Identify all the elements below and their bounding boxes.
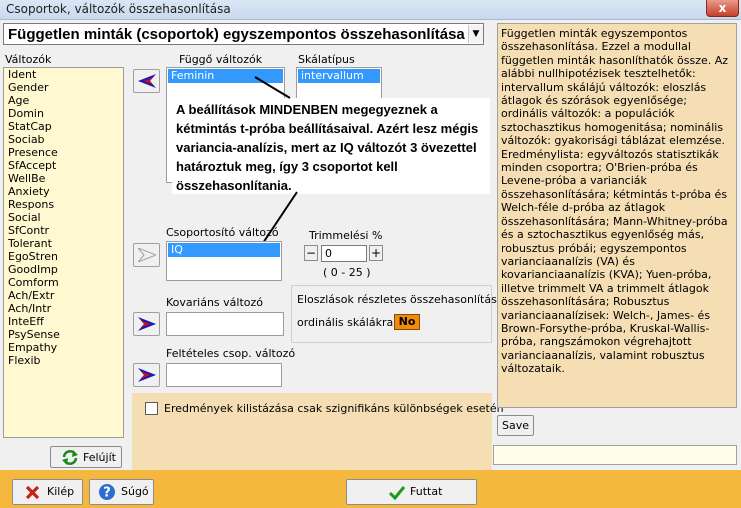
help-label: Súgó: [121, 485, 149, 498]
list-item[interactable]: Domin: [4, 107, 123, 120]
conditional-label: Feltételes csop. változó: [166, 347, 296, 360]
list-item[interactable]: intervallum: [298, 69, 380, 83]
refresh-label: Felújít: [83, 451, 116, 464]
arrow-left-icon: [137, 74, 156, 88]
trim-percent-input[interactable]: 0: [321, 245, 367, 262]
list-item[interactable]: GoodImp: [4, 263, 123, 276]
list-item[interactable]: PsySense: [4, 328, 123, 341]
list-item[interactable]: Tolerant: [4, 237, 123, 250]
checkmark-icon: [389, 486, 405, 500]
run-button[interactable]: Futtat: [346, 479, 477, 505]
move-to-conditional-button[interactable]: [133, 363, 160, 387]
list-item[interactable]: Feminin: [168, 69, 283, 83]
grouping-list[interactable]: IQ: [166, 241, 282, 281]
run-label: Futtat: [410, 485, 443, 498]
list-item[interactable]: Empathy: [4, 341, 123, 354]
analysis-type-select[interactable]: Független minták (csoportok) egyszempont…: [3, 23, 484, 45]
list-item[interactable]: Comform: [4, 276, 123, 289]
arrow-right-icon: [137, 248, 156, 262]
refresh-button[interactable]: Felújít: [50, 446, 122, 468]
distribution-title: Eloszlások részletes összehasonlítása: [297, 293, 504, 306]
list-item[interactable]: StatCap: [4, 120, 123, 133]
close-icon: [25, 485, 40, 500]
help-icon: ?: [99, 484, 115, 501]
variables-label: Változók: [5, 53, 52, 66]
analysis-type-value: Független minták (csoportok) egyszempont…: [8, 26, 465, 43]
trimming-label: Trimmelési %: [309, 229, 383, 242]
grouping-label: Csoportosító változó: [166, 226, 279, 239]
move-to-grouping-button[interactable]: [133, 243, 160, 267]
help-text: Független minták egyszempontos összehaso…: [497, 23, 737, 408]
list-item[interactable]: SfAccept: [4, 159, 123, 172]
list-item[interactable]: SfContr: [4, 224, 123, 237]
list-item[interactable]: InteEff: [4, 315, 123, 328]
trim-range: ( 0 - 25 ): [323, 266, 371, 279]
list-item[interactable]: Respons: [4, 198, 123, 211]
list-item[interactable]: WellBe: [4, 172, 123, 185]
arrow-right-icon: [137, 317, 156, 331]
exit-label: Kilép: [47, 485, 75, 498]
significant-only-checkbox[interactable]: [145, 402, 158, 415]
chevron-down-icon[interactable]: ▼: [468, 25, 483, 43]
annotation-callout: A beállítások MINDENBEN megegyeznek a ké…: [172, 98, 490, 194]
close-button[interactable]: x: [706, 0, 739, 17]
list-item[interactable]: Ach/Extr: [4, 289, 123, 302]
list-item[interactable]: Anxiety: [4, 185, 123, 198]
covariate-field[interactable]: [166, 312, 284, 336]
list-item[interactable]: Sociab: [4, 133, 123, 146]
list-item[interactable]: Age: [4, 94, 123, 107]
move-to-dependent-button[interactable]: [133, 69, 160, 93]
list-item[interactable]: Social: [4, 211, 123, 224]
refresh-icon: [62, 450, 78, 465]
scale-type-label: Skálatípus: [298, 53, 355, 66]
list-item[interactable]: Presence: [4, 146, 123, 159]
move-to-covariate-button[interactable]: [133, 312, 160, 336]
trim-decrease-button[interactable]: −: [304, 245, 318, 261]
arrow-right-icon: [137, 368, 156, 382]
window-title: Csoportok, változók összehasonlítása: [6, 2, 231, 16]
ordinal-toggle[interactable]: No: [394, 314, 420, 330]
list-item[interactable]: EgoStren: [4, 250, 123, 263]
conditional-field[interactable]: [166, 363, 282, 387]
list-item[interactable]: Flexib: [4, 354, 123, 367]
svg-text:?: ?: [103, 486, 111, 501]
dependent-label: Függő változók: [179, 53, 263, 66]
list-item[interactable]: Gender: [4, 81, 123, 94]
trim-increase-button[interactable]: +: [369, 245, 383, 261]
title-bar: Csoportok, változók összehasonlítása: [0, 0, 741, 20]
status-field: [493, 445, 737, 465]
exit-button[interactable]: Kilép: [12, 479, 83, 505]
significant-only-label: Eredmények kilistázása csak szignifikáns…: [164, 402, 504, 415]
save-button[interactable]: Save: [497, 415, 534, 436]
covariate-label: Kovariáns változó: [166, 296, 264, 309]
variables-list[interactable]: Ident Gender Age Domin StatCap Sociab Pr…: [3, 67, 124, 438]
list-item[interactable]: Ident: [4, 68, 123, 81]
ordinal-label: ordinális skálákra:: [297, 316, 397, 329]
list-item[interactable]: Ach/Intr: [4, 302, 123, 315]
list-item[interactable]: IQ: [168, 243, 280, 257]
help-button[interactable]: ? Súgó: [89, 479, 154, 505]
